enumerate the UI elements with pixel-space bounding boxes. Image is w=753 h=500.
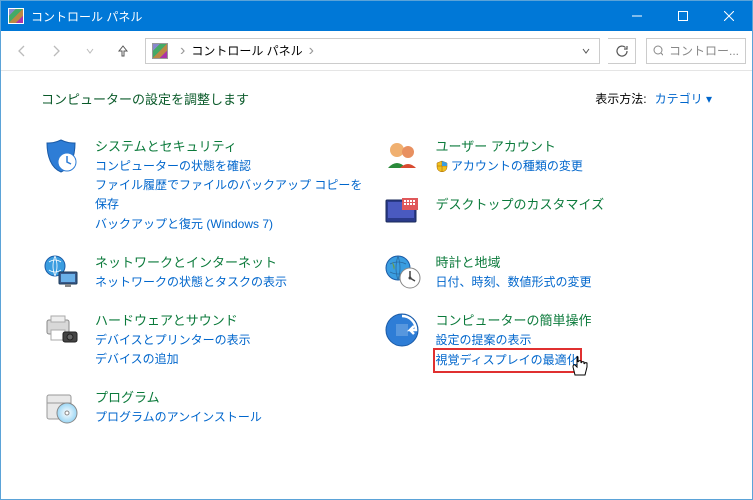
- back-button[interactable]: [7, 36, 37, 66]
- category-hardware-sound: ハードウェアとサウンド デバイスとプリンターの表示 デバイスの追加: [41, 310, 372, 369]
- category-programs: プログラム プログラムのアンインストール: [41, 387, 372, 427]
- programs-disc-icon: [41, 387, 81, 427]
- clock-globe-icon: [382, 252, 422, 292]
- ease-of-access-icon: [382, 310, 422, 350]
- category-title[interactable]: 時計と地域: [436, 252, 592, 271]
- recent-dropdown[interactable]: [75, 36, 105, 66]
- category-link[interactable]: 設定の提案の表示: [436, 331, 592, 350]
- navbar: › コントロール パネル › コントロー...: [1, 31, 752, 71]
- category-link[interactable]: ネットワークの状態とタスクの表示: [95, 273, 287, 292]
- address-dropdown[interactable]: [573, 46, 599, 56]
- category-title[interactable]: システムとセキュリティ: [95, 136, 372, 155]
- category-title[interactable]: コンピューターの簡単操作: [436, 310, 592, 329]
- search-input[interactable]: コントロー...: [646, 38, 746, 64]
- address-bar[interactable]: › コントロール パネル ›: [145, 38, 600, 64]
- category-link-optimize-display[interactable]: 視覚ディスプレイの最適化: [436, 351, 579, 370]
- category-system-security: システムとセキュリティ コンピューターの状態を確認 ファイル履歴でファイルのバッ…: [41, 136, 372, 234]
- breadcrumb[interactable]: コントロール パネル: [191, 42, 302, 59]
- control-panel-icon: [152, 43, 168, 59]
- maximize-button[interactable]: [660, 1, 706, 31]
- minimize-button[interactable]: [614, 1, 660, 31]
- category-title[interactable]: ユーザー アカウント: [436, 136, 583, 155]
- category-link[interactable]: 日付、時刻、数値形式の変更: [436, 273, 592, 292]
- view-by-dropdown[interactable]: カテゴリ ▾: [655, 90, 712, 107]
- right-column: ユーザー アカウント アカウントの種類の変更 デスクトップのカスタマイズ: [382, 136, 713, 446]
- globe-monitor-icon: [41, 252, 81, 292]
- category-ease-of-access: コンピューターの簡単操作 設定の提案の表示 視覚ディスプレイの最適化: [382, 310, 713, 369]
- view-by: 表示方法: カテゴリ ▾: [595, 90, 712, 107]
- view-by-value: カテゴリ: [655, 92, 703, 106]
- category-title[interactable]: ハードウェアとサウンド: [95, 310, 251, 329]
- window-title: コントロール パネル: [31, 8, 614, 25]
- desktop-customize-icon: [382, 194, 422, 234]
- category-link[interactable]: デバイスとプリンターの表示: [95, 331, 251, 350]
- forward-button[interactable]: [41, 36, 71, 66]
- control-panel-icon: [8, 8, 24, 24]
- up-button[interactable]: [109, 37, 137, 65]
- category-link[interactable]: バックアップと復元 (Windows 7): [95, 215, 372, 234]
- user-accounts-icon: [382, 136, 422, 176]
- category-title[interactable]: ネットワークとインターネット: [95, 252, 287, 271]
- content-area: コンピューターの設定を調整します 表示方法: カテゴリ ▾ システムとセキュリテ…: [1, 71, 752, 464]
- left-column: システムとセキュリティ コンピューターの状態を確認 ファイル履歴でファイルのバッ…: [41, 136, 372, 446]
- printer-camera-icon: [41, 310, 81, 350]
- category-personalization: デスクトップのカスタマイズ: [382, 194, 713, 234]
- category-link[interactable]: プログラムのアンインストール: [95, 408, 262, 427]
- page-title: コンピューターの設定を調整します: [41, 89, 249, 108]
- category-link[interactable]: デバイスの追加: [95, 350, 251, 369]
- search-icon: [653, 45, 663, 57]
- chevron-down-icon: ▾: [706, 92, 712, 106]
- category-link[interactable]: ファイル履歴でファイルのバックアップ コピーを保存: [95, 176, 372, 214]
- refresh-button[interactable]: [608, 38, 636, 64]
- shield-icon: [436, 160, 448, 172]
- category-link[interactable]: アカウントの種類の変更: [436, 157, 583, 176]
- chevron-right-icon[interactable]: ›: [174, 42, 191, 60]
- search-placeholder: コントロー...: [669, 42, 739, 59]
- view-by-label: 表示方法:: [595, 90, 646, 107]
- chevron-right-icon[interactable]: ›: [303, 42, 320, 60]
- shield-chart-icon: [41, 136, 81, 176]
- category-title[interactable]: プログラム: [95, 387, 262, 406]
- category-clock-region: 時計と地域 日付、時刻、数値形式の変更: [382, 252, 713, 292]
- window-controls: [614, 1, 752, 31]
- category-network-internet: ネットワークとインターネット ネットワークの状態とタスクの表示: [41, 252, 372, 292]
- category-user-accounts: ユーザー アカウント アカウントの種類の変更: [382, 136, 713, 176]
- titlebar: コントロール パネル: [1, 1, 752, 31]
- category-title[interactable]: デスクトップのカスタマイズ: [436, 194, 605, 213]
- category-link[interactable]: コンピューターの状態を確認: [95, 157, 372, 176]
- close-button[interactable]: [706, 1, 752, 31]
